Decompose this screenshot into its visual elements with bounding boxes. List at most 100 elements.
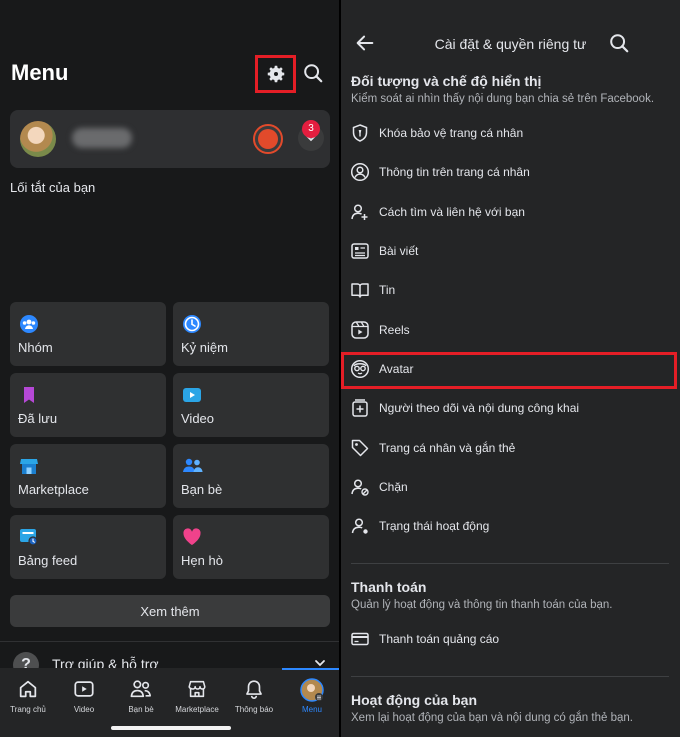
settings-item-blocking[interactable]: Chặn xyxy=(341,468,680,506)
section-activity-title: Hoạt động của bạn xyxy=(351,692,477,708)
tile-groups[interactable]: Nhóm xyxy=(10,302,166,366)
settings-item-stories[interactable]: Tin xyxy=(341,271,680,309)
page-title: Menu xyxy=(11,60,69,85)
settings-item-ad-payments[interactable]: Thanh toán quảng cáo xyxy=(341,620,680,658)
nav-label: Marketplace xyxy=(175,705,219,714)
video-play-icon xyxy=(183,388,201,402)
search-icon xyxy=(610,34,629,53)
tile-label: Kỷ niệm xyxy=(181,340,228,355)
settings-item-label: Người theo dõi và nội dung công khai xyxy=(379,401,580,415)
settings-item-find-contact[interactable]: Cách tìm và liên hệ với bạn xyxy=(341,193,680,231)
home-icon xyxy=(19,680,37,698)
user-circle-icon xyxy=(350,162,370,182)
settings-item-followers[interactable]: Người theo dõi và nội dung công khai xyxy=(341,389,680,427)
nav-label: Video xyxy=(73,705,95,714)
user-status-icon xyxy=(351,518,368,534)
add-box-icon xyxy=(352,399,368,417)
tile-memories[interactable]: Kỷ niệm xyxy=(173,302,329,366)
section-audience-title: Đối tượng và chế độ hiển thị xyxy=(351,73,542,89)
avatar[interactable] xyxy=(20,121,56,157)
feeds-icon xyxy=(20,529,38,546)
settings-item-label: Cách tìm và liên hệ với bạn xyxy=(379,205,525,219)
tile-label: Video xyxy=(181,411,215,426)
tile-friends[interactable]: Bạn bè xyxy=(173,444,329,508)
credit-card-icon xyxy=(351,632,369,646)
section-divider xyxy=(351,676,669,677)
shortcuts-heading: Lối tắt của bạn xyxy=(10,180,96,195)
search-icon xyxy=(304,64,323,83)
friends-icon xyxy=(183,458,203,472)
tile-marketplace[interactable]: Marketplace xyxy=(10,444,166,508)
tile-feeds[interactable]: Bảng feed xyxy=(10,515,166,579)
tile-label: Hẹn hò xyxy=(181,553,223,568)
reels-icon xyxy=(351,321,369,339)
marketplace-shop-icon xyxy=(20,459,38,474)
section-payments-title: Thanh toán xyxy=(351,579,427,595)
tile-dating[interactable]: Hẹn hò xyxy=(173,515,329,579)
bookmark-icon xyxy=(24,387,34,403)
user-block-icon xyxy=(351,479,369,496)
nav-label: Thông báo xyxy=(234,705,274,714)
notification-badge: 3 xyxy=(302,120,320,138)
bell-icon xyxy=(246,680,262,699)
nav-label: Menu xyxy=(301,705,322,714)
shield-lock-icon xyxy=(352,124,368,142)
nav-marketplace[interactable]: Marketplace xyxy=(169,668,225,728)
settings-item-label: Chặn xyxy=(379,480,408,494)
profile-name-blurred xyxy=(72,128,132,148)
settings-item-label: Khóa bảo vệ trang cá nhân xyxy=(379,126,524,140)
settings-item-label: Bài viết xyxy=(379,244,419,258)
tile-label: Nhóm xyxy=(18,340,53,355)
search-button[interactable] xyxy=(302,62,324,84)
book-open-icon xyxy=(351,283,369,298)
tile-video[interactable]: Video xyxy=(173,373,329,437)
nav-label: Bạn bè xyxy=(128,705,154,714)
home-indicator xyxy=(111,726,231,730)
settings-item-label: Trạng thái hoạt động xyxy=(379,519,490,533)
see-more-button[interactable]: Xem thêm xyxy=(10,595,330,627)
chevron-down-icon xyxy=(315,660,325,667)
settings-item-label: Tin xyxy=(379,283,396,297)
marketplace-icon xyxy=(188,680,206,698)
help-support-row[interactable]: ? Trợ giúp & hỗ trợ xyxy=(0,641,339,678)
post-icon xyxy=(351,243,369,259)
nav-menu[interactable]: Menu xyxy=(282,668,339,728)
section-audience-subtitle: Kiểm soát ai nhìn thấy nội dung bạn chia… xyxy=(351,93,655,105)
settings-item-active-status[interactable]: Trạng thái hoạt động xyxy=(341,507,680,545)
settings-button[interactable] xyxy=(255,55,296,93)
profile-avatar-icon xyxy=(300,678,324,702)
tile-label: Bảng feed xyxy=(18,553,78,568)
user-add-icon xyxy=(351,204,368,220)
active-tab-indicator xyxy=(282,668,339,670)
nav-friends[interactable]: Bạn bè xyxy=(113,668,169,728)
settings-item-profile-tagging[interactable]: Trang cá nhân và gắn thẻ xyxy=(341,429,680,467)
heart-icon xyxy=(183,528,201,545)
menu-screen: Menu 3 Lối tắt của bạn Nhóm Kỷ niệm Đã l… xyxy=(0,0,339,737)
settings-item-label: Trang cá nhân và gắn thẻ xyxy=(379,441,516,455)
nav-video[interactable]: Video xyxy=(56,668,112,728)
tag-icon xyxy=(351,439,369,457)
section-activity-subtitle: Xem lại hoạt động của bạn và nội dung có… xyxy=(351,712,633,724)
avatar-highlight-box xyxy=(341,352,677,389)
settings-item-label: Thanh toán quảng cáo xyxy=(379,632,500,646)
nav-home[interactable]: Trang chủ xyxy=(0,668,56,728)
settings-item-profile-lock[interactable]: Khóa bảo vệ trang cá nhân xyxy=(341,114,680,152)
tile-label: Marketplace xyxy=(18,482,89,497)
settings-item-reels[interactable]: Reels xyxy=(341,311,680,349)
memories-clock-icon xyxy=(183,315,201,333)
settings-item-posts[interactable]: Bài viết xyxy=(341,232,680,270)
video-icon xyxy=(74,681,94,697)
settings-search-button[interactable] xyxy=(608,32,630,54)
gear-icon xyxy=(267,65,284,83)
settings-item-profile-info[interactable]: Thông tin trên trang cá nhân xyxy=(341,153,680,191)
friends-icon xyxy=(130,680,151,698)
story-button[interactable] xyxy=(253,124,283,154)
tile-saved[interactable]: Đã lưu xyxy=(10,373,166,437)
settings-item-label: Thông tin trên trang cá nhân xyxy=(379,165,530,179)
nav-label: Trang chủ xyxy=(10,705,46,714)
profile-card[interactable] xyxy=(10,110,330,168)
nav-notifications[interactable]: Thông báo xyxy=(226,668,282,728)
section-divider xyxy=(351,563,669,564)
section-payments-subtitle: Quản lý hoạt động và thông tin thanh toá… xyxy=(351,599,613,611)
settings-item-label: Reels xyxy=(379,323,410,337)
